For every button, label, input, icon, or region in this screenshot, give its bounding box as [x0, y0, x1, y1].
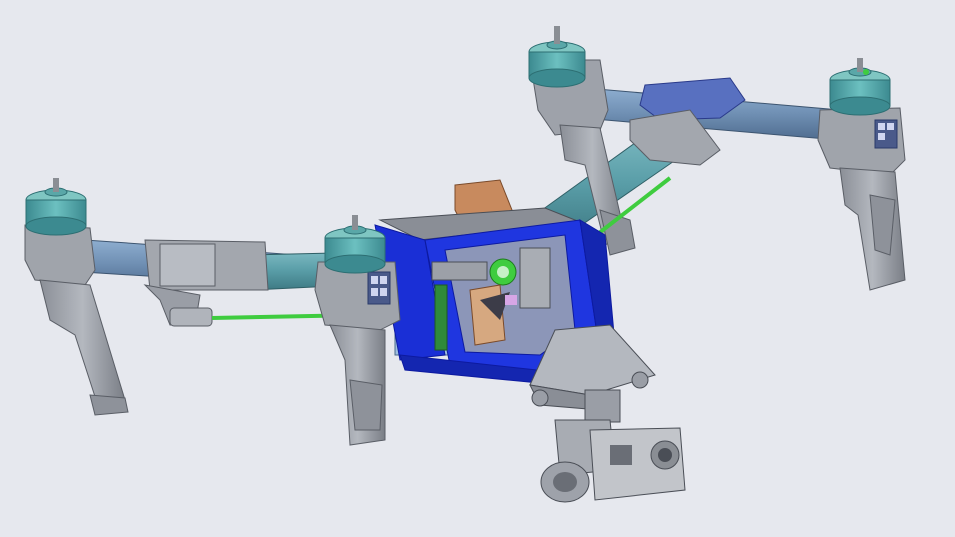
motor-icon[interactable]: [817, 58, 906, 176]
cad-viewport[interactable]: [0, 0, 955, 537]
landing-leg-icon[interactable]: [39, 279, 129, 416]
drone-cad-model[interactable]: [0, 0, 955, 537]
landing-leg-icon[interactable]: [839, 167, 906, 291]
arm-joint-left: [143, 239, 269, 327]
motor-icon[interactable]: [528, 26, 609, 136]
landing-leg-icon[interactable]: [329, 324, 386, 446]
motor-icon[interactable]: [24, 178, 96, 286]
